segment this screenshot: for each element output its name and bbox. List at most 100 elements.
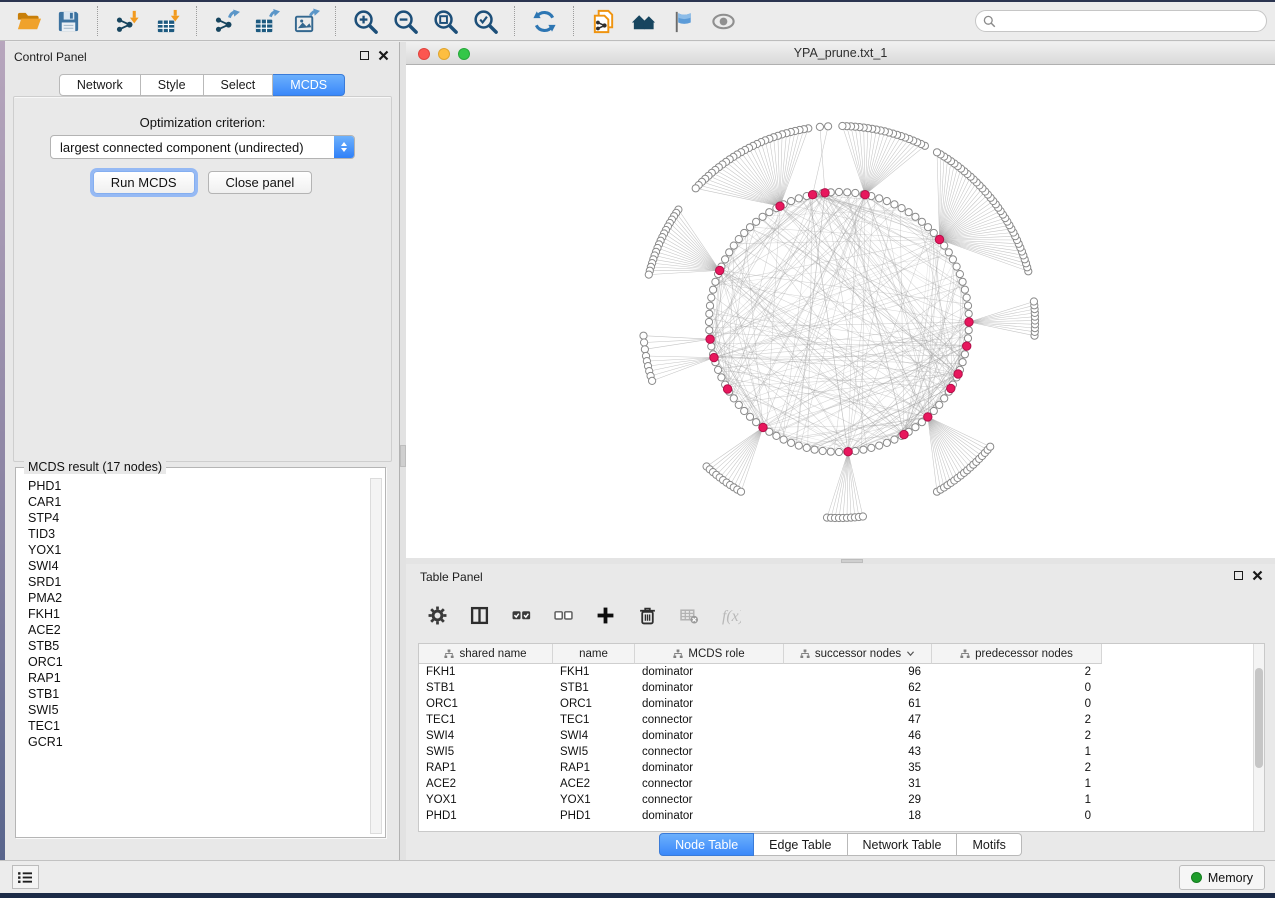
search-input[interactable] <box>996 12 1266 30</box>
mcds-node[interactable] <box>706 335 714 343</box>
mcds-node[interactable] <box>759 423 767 431</box>
horizontal-splitter-grip[interactable] <box>841 559 863 563</box>
column-header-shared-name[interactable]: shared name <box>419 644 553 664</box>
network-graph[interactable] <box>406 65 1275 558</box>
task-history-button[interactable] <box>12 865 39 889</box>
tab-network[interactable]: Network <box>59 74 141 96</box>
mcds-node[interactable] <box>900 430 908 438</box>
export-network-button[interactable] <box>206 4 246 38</box>
tab-style[interactable]: Style <box>141 74 204 96</box>
show-columns-button[interactable] <box>466 602 492 628</box>
table-row[interactable]: SWI5SWI5connector431 <box>419 744 1253 760</box>
tab-edge-table[interactable]: Edge Table <box>754 833 847 856</box>
mcds-node[interactable] <box>844 448 852 456</box>
mcds-node[interactable] <box>954 370 962 378</box>
mcds-result-item[interactable]: SWI4 <box>18 558 369 574</box>
mcds-node[interactable] <box>776 202 784 210</box>
mcds-node[interactable] <box>965 318 973 326</box>
select-all-button[interactable] <box>508 602 534 628</box>
mcds-result-item[interactable]: FKH1 <box>18 606 369 622</box>
mcds-node[interactable] <box>947 384 955 392</box>
mcds-result-item[interactable]: STB5 <box>18 638 369 654</box>
import-network-button[interactable] <box>107 4 147 38</box>
zoom-out-button[interactable] <box>385 4 425 38</box>
mcds-result-item[interactable]: ORC1 <box>18 654 369 670</box>
mcds-result-item[interactable]: ACE2 <box>18 622 369 638</box>
tab-mcds[interactable]: MCDS <box>273 74 345 96</box>
memory-button[interactable]: Memory <box>1179 865 1265 890</box>
float-panel-icon[interactable] <box>360 51 369 60</box>
mcds-node[interactable] <box>716 266 724 274</box>
tab-node-table[interactable]: Node Table <box>659 833 754 856</box>
optimization-criterion-select[interactable]: largest connected component (undirected) <box>50 135 355 159</box>
mcds-node[interactable] <box>808 191 816 199</box>
mcds-result-item[interactable]: CAR1 <box>18 494 369 510</box>
table-row[interactable]: RAP1RAP1dominator352 <box>419 760 1253 776</box>
table-row[interactable]: STB1STB1dominator620 <box>419 680 1253 696</box>
refresh-button[interactable] <box>524 4 564 38</box>
import-table-button[interactable] <box>147 4 187 38</box>
table-row[interactable]: PHD1PHD1dominator180 <box>419 808 1253 824</box>
column-header-MCDS-role[interactable]: MCDS role <box>635 644 784 664</box>
deselect-all-button[interactable] <box>550 602 576 628</box>
zoom-in-button[interactable] <box>345 4 385 38</box>
open-file-button[interactable] <box>8 4 48 38</box>
control-panel: Control Panel NetworkStyleSelectMCDS Opt… <box>5 42 400 860</box>
zoom-fit-button[interactable] <box>425 4 465 38</box>
run-mcds-button[interactable]: Run MCDS <box>93 171 195 194</box>
add-row-button[interactable] <box>592 602 618 628</box>
column-header-name[interactable]: name <box>553 644 635 664</box>
mcds-result-item[interactable]: TID3 <box>18 526 369 542</box>
table-row[interactable]: ORC1ORC1dominator610 <box>419 696 1253 712</box>
table-row[interactable]: FKH1FKH1dominator962 <box>419 664 1253 680</box>
network-view[interactable] <box>406 65 1275 558</box>
zoom-selected-button[interactable] <box>465 4 505 38</box>
close-panel-icon[interactable] <box>378 50 389 61</box>
mcds-result-item[interactable]: GCR1 <box>18 734 369 750</box>
table-row[interactable]: ACE2ACE2connector311 <box>419 776 1253 792</box>
mcds-node[interactable] <box>861 191 869 199</box>
table-header-row: shared namenameMCDS rolesuccessor nodesp… <box>419 644 1102 664</box>
delete-row-button[interactable] <box>634 602 660 628</box>
export-image-button[interactable] <box>286 4 326 38</box>
mcds-node[interactable] <box>963 342 971 350</box>
close-panel-button[interactable]: Close panel <box>208 171 313 194</box>
mcds-result-item[interactable]: YOX1 <box>18 542 369 558</box>
column-header-successor-nodes[interactable]: successor nodes <box>784 644 932 664</box>
search-box[interactable] <box>975 10 1267 32</box>
mcds-result-item[interactable]: RAP1 <box>18 670 369 686</box>
table-row[interactable]: TEC1TEC1connector472 <box>419 712 1253 728</box>
mcds-result-list[interactable]: PHD1CAR1STP4TID3YOX1SWI4SRD1PMA2FKH1ACE2… <box>18 478 369 835</box>
tab-motifs[interactable]: Motifs <box>957 833 1021 856</box>
mcds-node[interactable] <box>710 353 718 361</box>
mcds-result-item[interactable]: PHD1 <box>18 478 369 494</box>
mcds-result-item[interactable]: SWI5 <box>18 702 369 718</box>
home-button[interactable] <box>623 4 663 38</box>
mcds-node[interactable] <box>924 413 932 421</box>
save-button[interactable] <box>48 4 88 38</box>
mcds-node[interactable] <box>821 189 829 197</box>
table-row[interactable]: SWI4SWI4dominator462 <box>419 728 1253 744</box>
mcds-node[interactable] <box>935 235 943 243</box>
hide-graphics-details-button[interactable] <box>663 4 703 38</box>
mcds-result-item[interactable]: TEC1 <box>18 718 369 734</box>
table-row[interactable]: YOX1YOX1connector291 <box>419 792 1253 808</box>
control-panel-title: Control Panel <box>14 50 87 64</box>
mcds-result-item[interactable]: STP4 <box>18 510 369 526</box>
column-header-predecessor-nodes[interactable]: predecessor nodes <box>932 644 1102 664</box>
tab-select[interactable]: Select <box>204 74 274 96</box>
table-scrollbar-thumb[interactable] <box>1255 668 1263 768</box>
show-graphics-details-button[interactable] <box>703 4 743 38</box>
tab-network-table[interactable]: Network Table <box>848 833 958 856</box>
mcds-node[interactable] <box>723 385 731 393</box>
mcds-result-item[interactable]: SRD1 <box>18 574 369 590</box>
export-table-button[interactable] <box>246 4 286 38</box>
mcds-result-item[interactable]: PMA2 <box>18 590 369 606</box>
table-scrollbar[interactable] <box>1253 644 1264 831</box>
close-table-panel-icon[interactable] <box>1252 570 1263 581</box>
settings-button[interactable] <box>424 602 450 628</box>
mcds-list-scrollbar[interactable] <box>370 478 382 834</box>
float-table-panel-icon[interactable] <box>1234 571 1243 580</box>
mcds-result-item[interactable]: STB1 <box>18 686 369 702</box>
share-document-button[interactable] <box>583 4 623 38</box>
